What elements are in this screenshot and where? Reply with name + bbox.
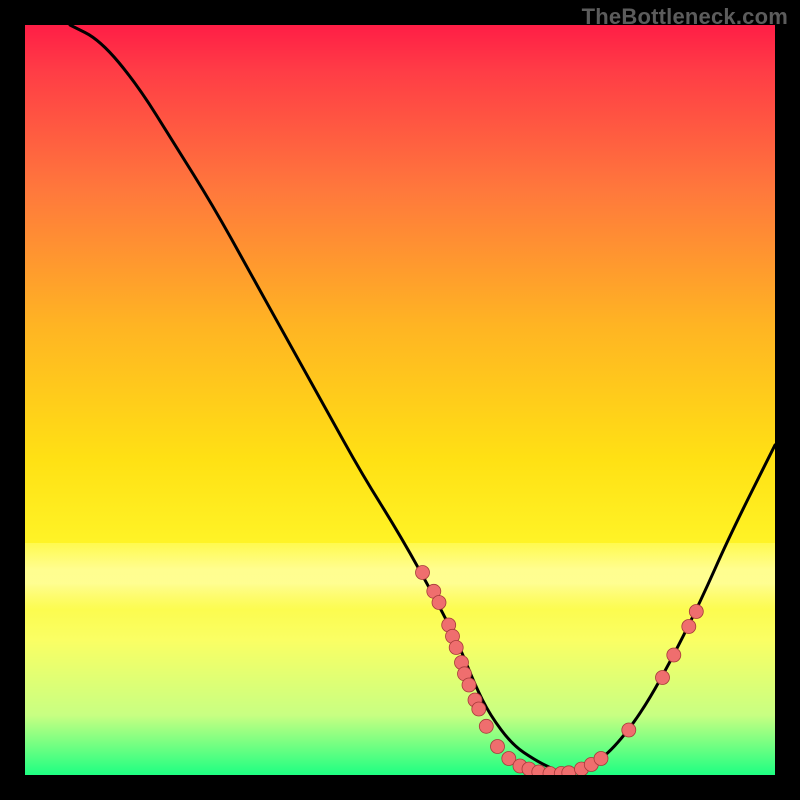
data-dot xyxy=(491,740,505,754)
data-dot xyxy=(682,620,696,634)
data-dot xyxy=(689,605,703,619)
watermark-label: TheBottleneck.com xyxy=(582,4,788,30)
data-dot xyxy=(479,719,493,733)
data-dots-group xyxy=(416,566,704,776)
data-dot xyxy=(449,641,463,655)
data-dot xyxy=(656,671,670,685)
data-dot xyxy=(432,596,446,610)
data-dot xyxy=(594,752,608,766)
plot-area xyxy=(25,25,775,775)
curve-path-group xyxy=(70,25,775,773)
bottleneck-curve xyxy=(70,25,775,773)
data-dot xyxy=(462,678,476,692)
data-dot xyxy=(416,566,430,580)
data-dot xyxy=(667,648,681,662)
data-dot xyxy=(622,723,636,737)
data-dot xyxy=(472,702,486,716)
curve-svg xyxy=(25,25,775,775)
chart-frame: TheBottleneck.com xyxy=(0,0,800,800)
